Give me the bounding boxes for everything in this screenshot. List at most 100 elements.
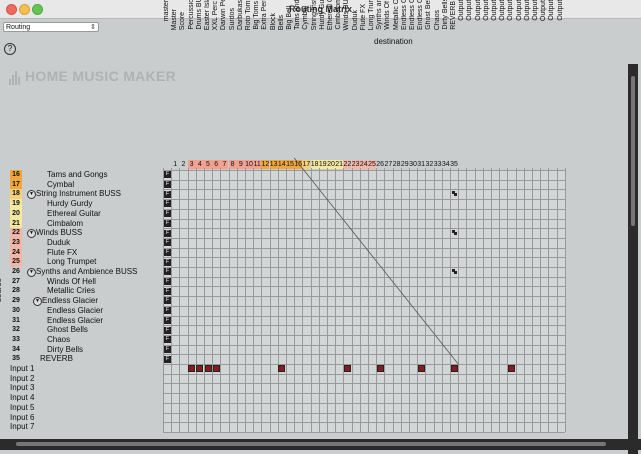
source-row[interactable]: 30 Endless Glacier [0,306,160,316]
view-select[interactable]: Routing ⇕ [3,22,99,32]
source-row[interactable]: 28 Metallic Cries [0,286,160,296]
source-name: Ethereal Guitar [47,208,101,218]
source-row[interactable]: Input 1 [0,364,160,374]
source-name: String Instrument BUSS [36,189,121,199]
vertical-scroll-thumb[interactable] [631,76,635,226]
folder-toggle-icon[interactable]: ▼ [27,268,36,277]
source-row[interactable]: Input 4 [0,393,160,403]
route-cell-on[interactable] [204,365,212,373]
source-name: Input 1 [10,364,35,373]
source-number: 27 [12,277,20,285]
diagonal-line [293,157,459,365]
source-row[interactable]: Input 7 [0,422,160,432]
dest-name: Output 1 (stereo/MC) [458,0,466,21]
source-number: 24 [10,247,22,258]
help-button[interactable]: ? [4,43,16,55]
logo-text: HOME MUSIC MAKER [25,68,177,84]
source-number: 26 [12,268,20,275]
source-number: 19 [10,199,22,210]
source-row[interactable]: 20 Ethereal Guitar [0,208,160,219]
parent-send-button[interactable]: F [164,258,171,266]
parent-send-button[interactable]: F [164,200,171,208]
source-name: Hurdy Gurdy [47,199,93,209]
source-name: Winds Of Hell [47,276,96,286]
source-row[interactable]: 29 ▼ Endless Glacier [0,296,160,307]
source-number: 31 [12,316,20,324]
route-cell-on[interactable] [212,365,220,373]
source-name: Winds BUSS [36,228,83,238]
source-row[interactable]: 26 ▼ Synths and Ambience BUSS [0,267,160,277]
dest-name: Output 12 (stereo/MC) [548,0,556,21]
source-name: Input 2 [10,373,35,383]
route-cell-on[interactable] [450,365,458,373]
source-number: 20 [10,208,22,219]
parent-send-button[interactable]: F [164,316,171,324]
source-row[interactable]: 25 Long Trumpet [0,257,160,268]
dest-name: Output 6 (stereo/MC) [499,0,507,21]
parent-send-button[interactable]: F [164,181,171,188]
source-row[interactable]: Input 6 [0,413,160,423]
source-row[interactable]: 33 Chaos [0,335,160,345]
source-row[interactable]: 19 Hurdy Gurdy [0,199,160,210]
folder-toggle-icon[interactable]: ▼ [27,190,36,200]
source-name: Metallic Cries [47,286,96,296]
parent-send-button[interactable]: F [164,297,171,305]
source-number: 16 [10,170,22,180]
parent-send-button[interactable]: F [164,307,171,315]
dest-name: Output 2 (stereo/MC) [466,0,474,21]
source-number: 18 [10,189,22,200]
parent-send-button[interactable]: F [164,210,171,218]
route-cell-on[interactable] [508,365,515,373]
parent-send-button[interactable]: F [164,336,171,344]
dest-name: Output 7 (stereo/MC) [507,0,515,21]
parent-send-button[interactable]: F [164,239,171,247]
source-row[interactable]: 32 Ghost Bells [0,325,160,335]
parent-send-button[interactable]: F [164,268,171,276]
vertical-scrollbar[interactable] [628,64,638,454]
parent-send-button[interactable]: F [164,171,171,179]
source-row[interactable]: 17 Cymbal [0,179,160,190]
parent-send-button[interactable]: F [164,326,171,334]
source-row[interactable]: 24 Flute FX [0,247,160,258]
route-cell-on[interactable] [188,365,196,373]
source-row[interactable]: 27 Winds Of Hell [0,277,160,287]
route-cell-on[interactable] [278,365,286,373]
source-name: Input 5 [10,402,35,412]
folder-toggle-icon[interactable]: ▼ [27,229,36,239]
source-row[interactable]: Input 3 [0,383,160,393]
source-number: 25 [10,257,22,268]
parent-send-button[interactable]: F [164,190,171,198]
source-row[interactable]: 16 Tams and Gongs [0,170,160,180]
route-cell-on[interactable] [376,365,384,373]
parent-send-button[interactable]: F [164,248,171,256]
source-row[interactable]: 31 Endless Glacier [0,316,160,326]
source-name: Cimbalom [47,218,84,228]
source-name: Input 6 [10,412,35,422]
source-name: Tams and Gongs [47,170,108,179]
source-row[interactable]: Input 2 [0,374,160,384]
source-row[interactable]: 23 Duduk [0,237,160,248]
routing-matrix-panel: Routing ⇕ ? HOME MUSIC MAKER destination… [0,0,641,454]
source-row[interactable]: 21 Cimbalom [0,218,160,229]
parent-send-button[interactable]: F [164,287,171,295]
parent-send-button[interactable]: F [164,355,171,363]
parent-send-button[interactable]: F [164,278,171,285]
source-row[interactable]: 35 REVERB [0,354,160,364]
source-row[interactable]: 34 Dirty Bells [0,345,160,355]
route-cell-on[interactable] [344,365,351,373]
source-row[interactable]: 18 ▼ String Instrument BUSS [0,189,160,200]
route-cell-on[interactable] [196,365,204,373]
folder-toggle-icon[interactable]: ▼ [33,297,42,307]
parent-send-button[interactable]: F [164,345,171,353]
route-cell-on[interactable] [417,365,425,373]
source-name: Flute FX [47,247,78,257]
source-row[interactable]: 22 ▼ Winds BUSS [0,228,160,239]
source-name: Synths and Ambience BUSS [36,267,138,276]
source-name: Input 3 [10,383,35,393]
horizontal-scrollbar[interactable] [0,439,641,450]
source-number: 33 [12,335,20,343]
parent-send-button[interactable]: F [164,229,171,237]
horizontal-scroll-thumb[interactable] [16,442,606,446]
parent-send-button[interactable]: F [164,219,171,227]
source-row[interactable]: Input 5 [0,403,160,413]
